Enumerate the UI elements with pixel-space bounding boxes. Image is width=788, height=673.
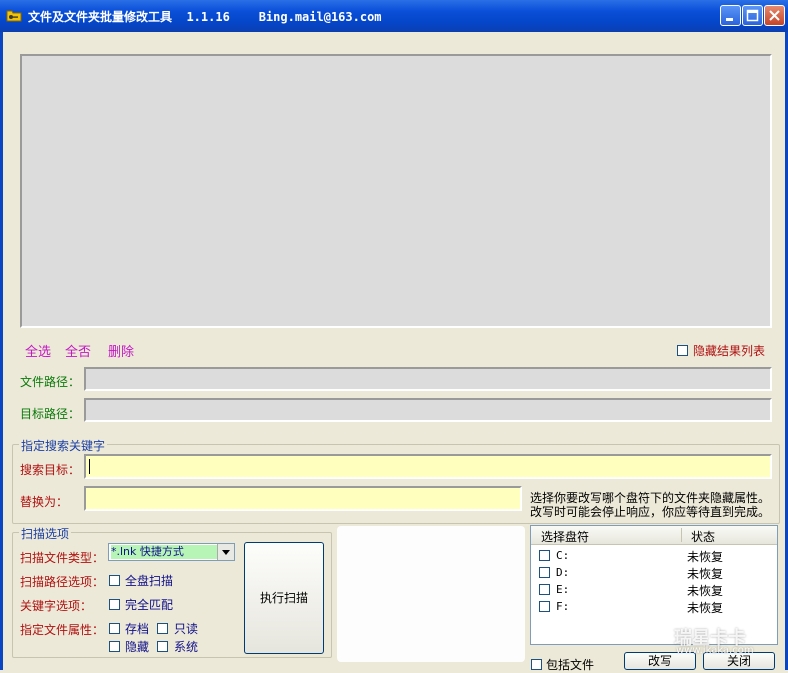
file-path-field[interactable]	[84, 367, 772, 391]
col-status[interactable]: 状态	[691, 528, 715, 545]
target-path-field[interactable]	[84, 398, 772, 422]
close-window-button[interactable]	[764, 5, 785, 26]
drive-row[interactable]: D: 未恢复	[531, 564, 776, 581]
select-all-link[interactable]: 全选	[25, 341, 51, 360]
drive-checkbox[interactable]	[539, 550, 550, 561]
hide-list-label: 隐藏结果列表	[693, 344, 766, 358]
folder-key-icon	[6, 10, 22, 22]
maximize-button[interactable]	[742, 5, 763, 26]
drive-row[interactable]: C: 未恢复	[531, 547, 776, 564]
file-type-label: 扫描文件类型：	[20, 551, 105, 565]
watermark: 瑞星卡卡 www.ikaka.com	[672, 624, 782, 668]
minimize-button[interactable]	[720, 5, 741, 26]
replace-input[interactable]	[84, 486, 522, 511]
readonly-label: 只读	[174, 622, 199, 636]
full-disk-checkbox[interactable]	[109, 575, 120, 586]
drive-status: 未恢复	[687, 584, 724, 598]
title-bar[interactable]: 文件及文件夹批量修改工具 1.1.16 Bing.mail@163.com	[0, 0, 788, 32]
drive-status: 未恢复	[687, 567, 724, 581]
path-option-label: 扫描路径选项：	[20, 575, 105, 589]
exact-match-checkbox[interactable]	[109, 599, 120, 610]
dropdown-button[interactable]	[217, 544, 234, 560]
watermark-url: www.ikaka.com	[676, 645, 754, 656]
hint-line-2: 改写时可能会停止响应，你应等待直到完成。	[530, 505, 771, 519]
system-label: 系统	[174, 640, 199, 654]
window-title: 文件及文件夹批量修改工具 1.1.16 Bing.mail@163.com	[28, 10, 382, 24]
hidden-label: 隐藏	[125, 640, 150, 654]
include-files-label: 包括文件	[546, 658, 595, 672]
chevron-down-icon	[222, 550, 230, 555]
target-path-label: 目标路径：	[20, 407, 81, 421]
col-select-drive[interactable]: 选择盘符	[541, 528, 589, 545]
drive-checkbox[interactable]	[539, 567, 550, 578]
drive-row[interactable]: E: 未恢复	[531, 581, 776, 598]
keyword-option-label: 关键字选项：	[20, 599, 93, 613]
search-target-label: 搜索目标：	[20, 463, 81, 477]
scan-status-area	[337, 526, 525, 662]
drive-list-header: 选择盘符 状态	[531, 526, 777, 545]
drive-letter: C:	[556, 549, 570, 562]
drive-row[interactable]: F: 未恢复	[531, 598, 776, 615]
exact-match-label: 完全匹配	[125, 598, 174, 612]
system-checkbox[interactable]	[157, 641, 168, 652]
execute-scan-button[interactable]: 执行扫描	[244, 542, 324, 654]
drive-checkbox[interactable]	[539, 601, 550, 612]
hidden-checkbox[interactable]	[109, 641, 120, 652]
text-cursor	[89, 459, 90, 474]
drive-letter: D:	[556, 566, 570, 579]
keyword-group-title: 指定搜索关键字	[19, 437, 108, 454]
file-path-label: 文件路径：	[20, 375, 81, 389]
file-type-select[interactable]: *.lnk 快捷方式	[108, 543, 235, 561]
delete-link[interactable]: 删除	[108, 341, 134, 360]
file-type-value: *.lnk 快捷方式	[111, 545, 217, 559]
maximize-icon	[746, 9, 759, 22]
file-attr-label: 指定文件属性：	[20, 623, 105, 637]
readonly-checkbox[interactable]	[157, 623, 168, 634]
drive-rows: C: 未恢复 D: 未恢复 E: 未恢复 F: 未恢复	[531, 547, 776, 615]
drive-letter: E:	[556, 583, 570, 596]
search-target-input[interactable]	[84, 454, 772, 479]
column-divider	[681, 528, 682, 542]
scan-options-title: 扫描选项	[19, 525, 72, 542]
archive-checkbox[interactable]	[109, 623, 120, 634]
full-disk-label: 全盘扫描	[125, 574, 174, 588]
drive-status: 未恢复	[687, 550, 724, 564]
drive-status: 未恢复	[687, 601, 724, 615]
hide-list-checkbox[interactable]	[677, 345, 688, 356]
minimize-icon	[726, 18, 733, 21]
drive-letter: F:	[556, 600, 570, 613]
archive-label: 存档	[125, 622, 150, 636]
drive-checkbox[interactable]	[539, 584, 550, 595]
results-list[interactable]	[20, 54, 772, 328]
select-none-link[interactable]: 全否	[65, 341, 91, 360]
replace-label: 替换为：	[20, 495, 69, 509]
close-icon	[769, 10, 780, 21]
include-files-checkbox[interactable]	[531, 659, 542, 670]
